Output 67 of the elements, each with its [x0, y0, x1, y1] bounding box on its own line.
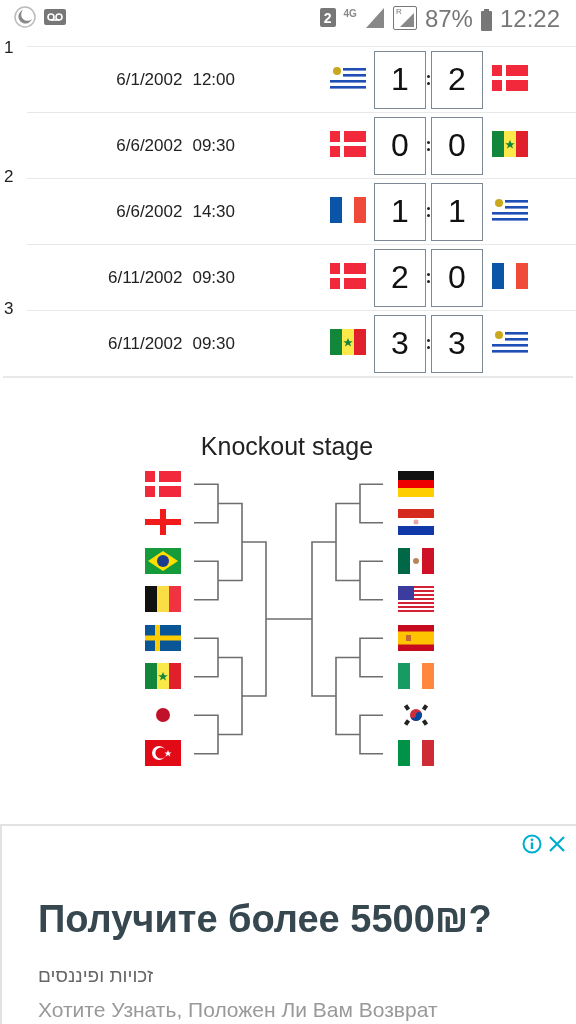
network-type: 4G: [343, 8, 357, 19]
match-time: 09:30: [192, 333, 235, 354]
voicemail-icon: [44, 9, 66, 25]
info-icon[interactable]: [522, 833, 542, 854]
colon-icon: [426, 74, 431, 85]
battery-level: 87%: [424, 6, 473, 32]
score-field[interactable]: 2: [431, 50, 483, 109]
score-field[interactable]: 3: [431, 314, 483, 373]
match-time: 09:30: [192, 135, 235, 156]
match-date: 6/6/2002: [116, 201, 183, 222]
ad-headline[interactable]: Получите более 5500₪?: [38, 895, 566, 942]
score-field[interactable]: 2: [374, 248, 426, 307]
flag-icon: [144, 547, 181, 574]
match-date: 6/1/2002: [116, 69, 183, 90]
flag-icon: [330, 328, 366, 355]
flag-icon: [492, 64, 528, 91]
match-date: 6/11/2002: [108, 333, 183, 354]
flag-icon: [144, 470, 181, 497]
round-number: 1: [3, 38, 15, 58]
battery-icon: [480, 9, 492, 31]
flag-icon: [492, 262, 528, 289]
flag-icon: [397, 586, 434, 613]
flag-icon: [492, 328, 528, 355]
colon-icon: [426, 206, 431, 217]
do-not-disturb-icon: [14, 6, 36, 28]
colon-icon: [426, 272, 431, 283]
flag-icon: [144, 509, 181, 536]
clock: 12:22: [499, 6, 560, 32]
match-date: 6/11/2002: [108, 267, 183, 288]
flag-icon: [492, 130, 528, 157]
flag-icon: [144, 624, 181, 651]
colon-icon: [426, 338, 431, 349]
signal-icon: [364, 6, 385, 28]
flag-icon: [397, 470, 434, 497]
score-field[interactable]: 0: [431, 248, 483, 307]
flag-icon: [144, 663, 181, 690]
score-field[interactable]: 0: [431, 116, 483, 175]
score-field[interactable]: 3: [374, 314, 426, 373]
round-number: 3: [3, 299, 15, 319]
ad-source: זכויות ופיננסים: [38, 963, 154, 988]
match-time: 09:30: [192, 267, 235, 288]
colon-icon: [426, 140, 431, 151]
sim-badge: 2: [319, 8, 336, 27]
score-field[interactable]: 1: [374, 50, 426, 109]
flag-icon: [397, 663, 434, 690]
flag-icon: [492, 196, 528, 223]
match-time: 14:30: [192, 201, 235, 222]
roaming-signal-icon: R: [392, 6, 417, 30]
flag-icon: [397, 509, 434, 536]
flag-icon: [397, 624, 434, 651]
ad-text: Хотите Узнать, Положен Ли Вам Возврат: [38, 997, 439, 1022]
score-field[interactable]: 1: [431, 182, 483, 241]
flag-icon: [330, 196, 366, 223]
flag-icon: [144, 740, 181, 767]
flag-icon: [330, 64, 366, 91]
match-date: 6/6/2002: [116, 135, 183, 156]
score-field[interactable]: 1: [374, 182, 426, 241]
score-field[interactable]: 0: [374, 116, 426, 175]
flag-icon: [330, 130, 366, 157]
flag-icon: [144, 586, 181, 613]
section-title: Knockout stage: [200, 430, 374, 462]
flag-icon: [330, 262, 366, 289]
flag-icon: [397, 547, 434, 574]
match-time: 12:00: [192, 69, 235, 90]
flag-icon: [397, 740, 434, 767]
round-number: 2: [3, 167, 15, 187]
close-icon[interactable]: [548, 833, 566, 854]
